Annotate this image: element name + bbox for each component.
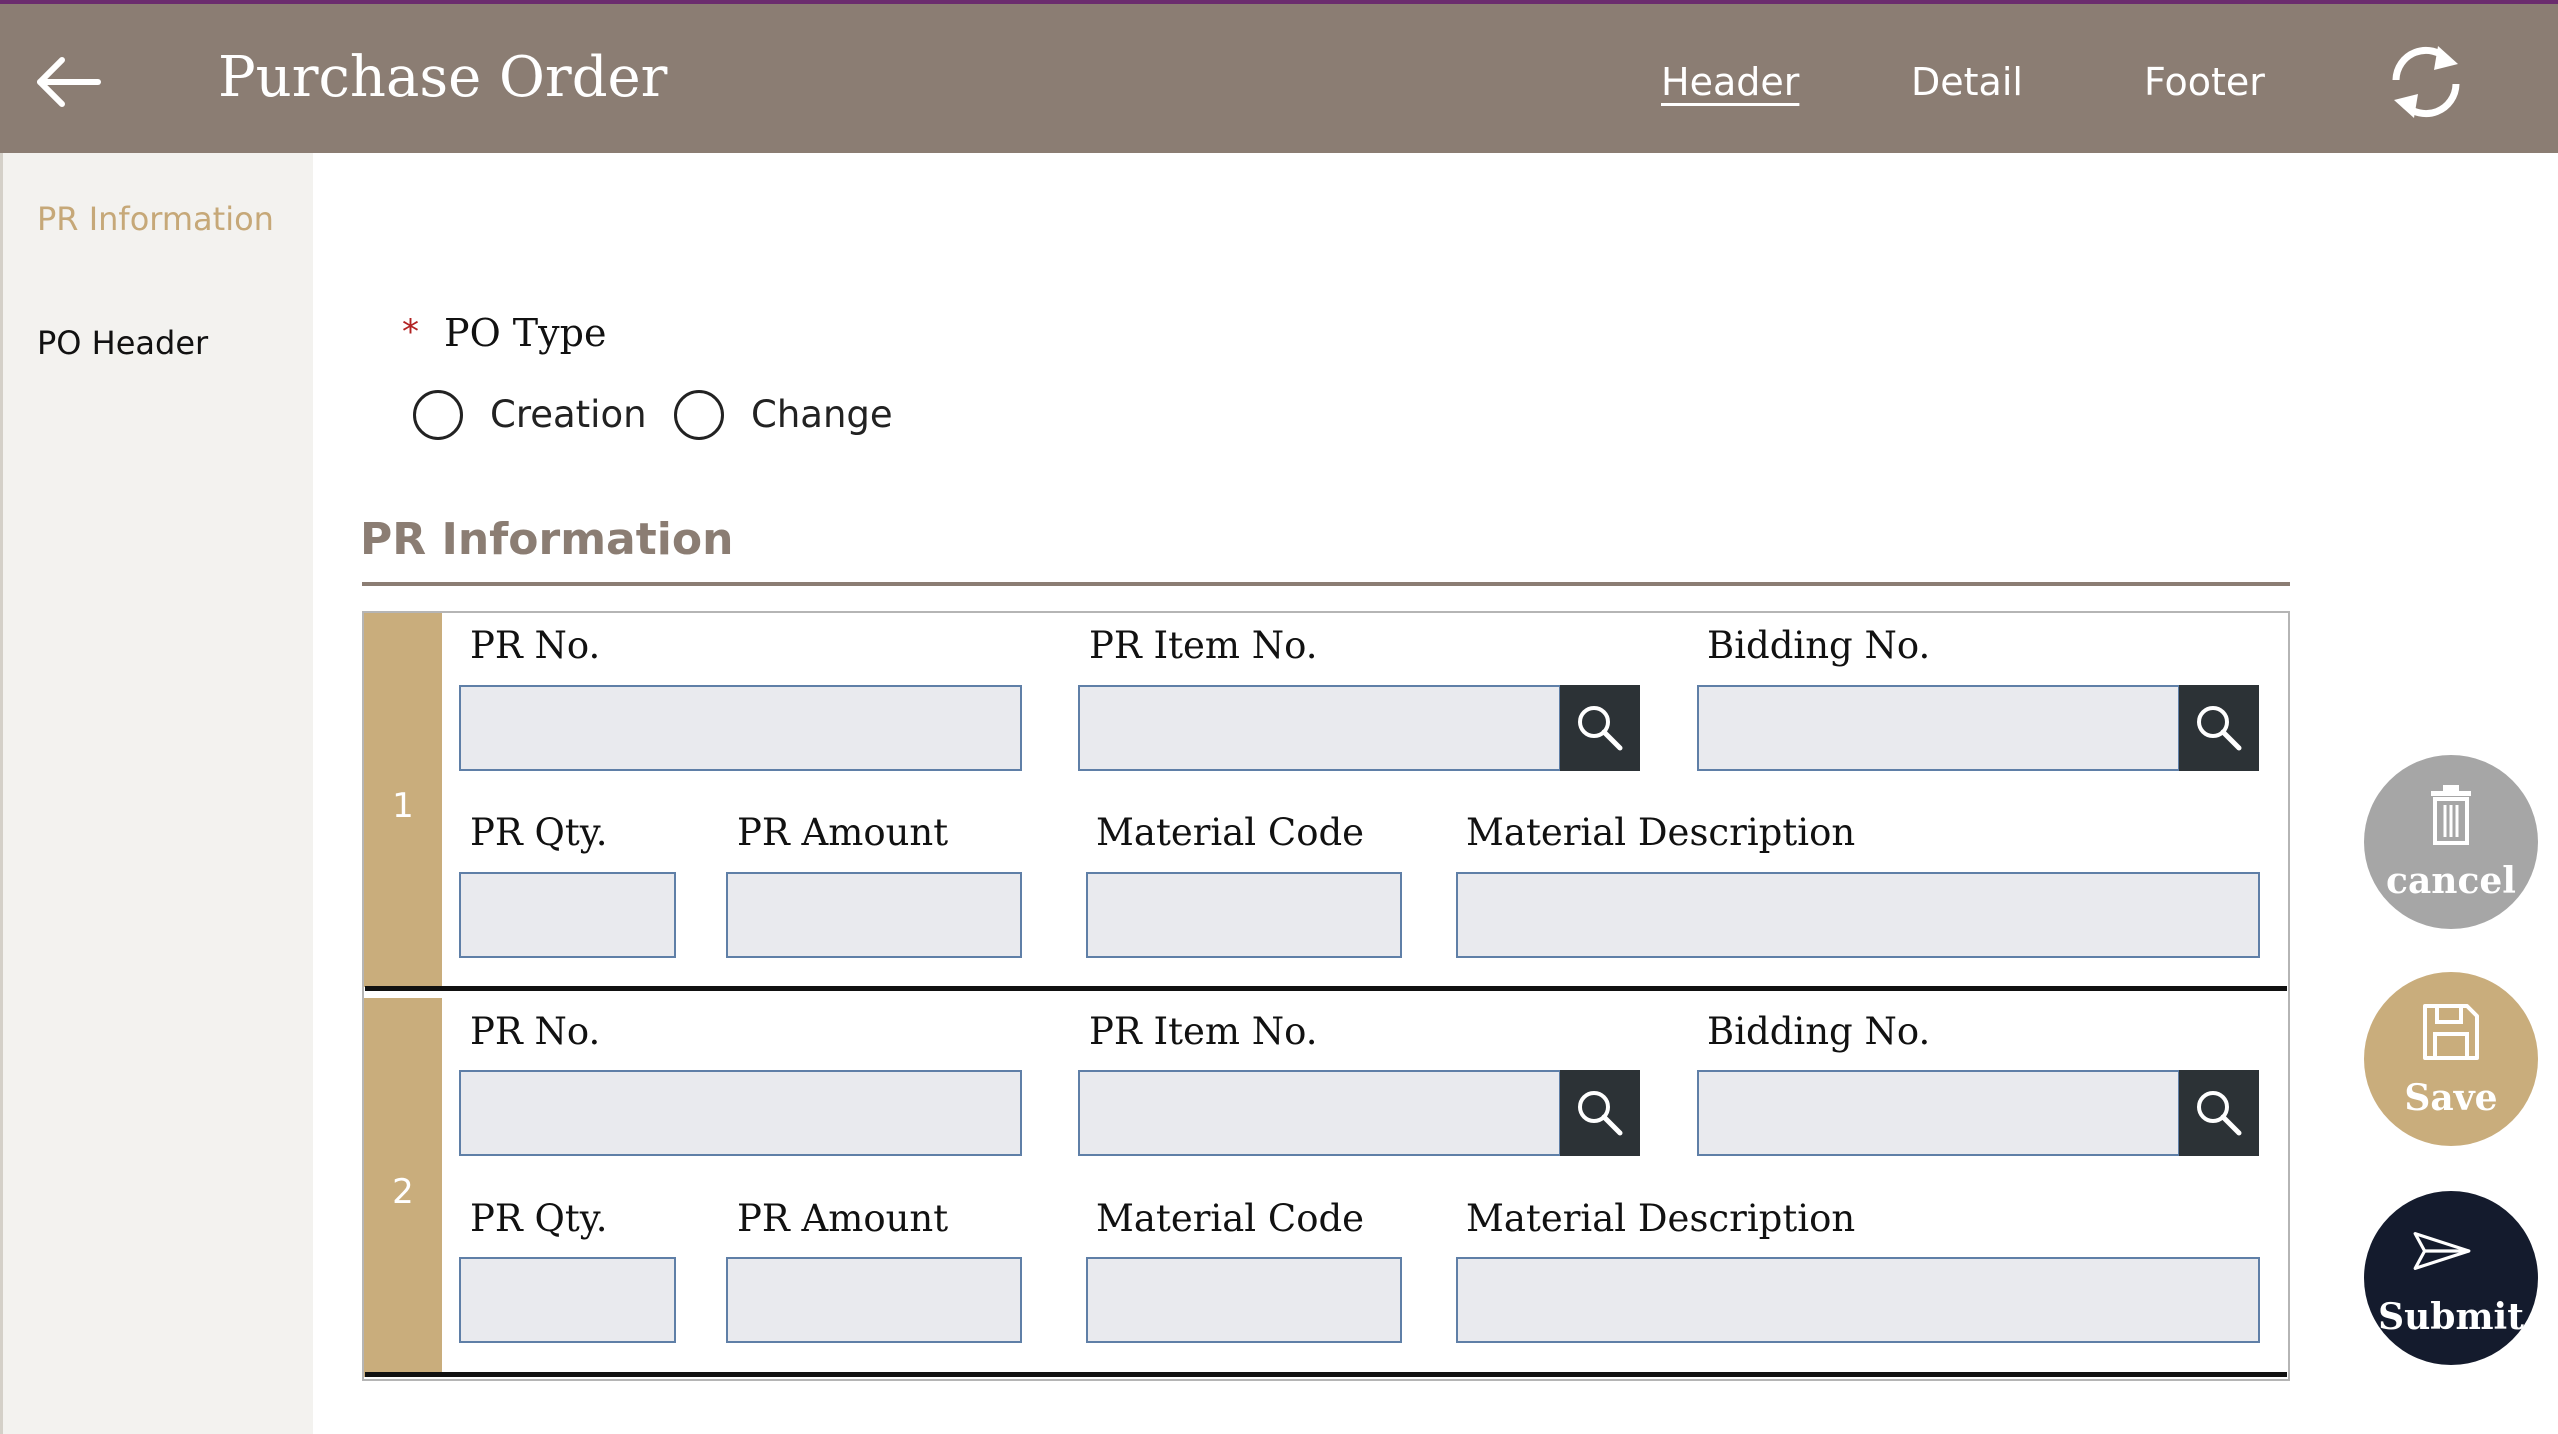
tab-footer[interactable]: Footer <box>2144 58 2265 106</box>
tab-detail[interactable]: Detail <box>1911 58 2023 106</box>
section-title-pr-information: PR Information <box>360 514 734 565</box>
material-description-field[interactable] <box>1456 1257 2260 1343</box>
bidding-no-field[interactable] <box>1697 685 2180 771</box>
material-code-field[interactable] <box>1086 872 1402 958</box>
back-button[interactable] <box>32 44 108 120</box>
bidding-no-label: Bidding No. <box>1707 1010 1931 1053</box>
bidding-no-field[interactable] <box>1697 1070 2180 1156</box>
pr-qty-field[interactable] <box>459 1257 676 1343</box>
sidebar: PR Information PO Header <box>0 153 313 1434</box>
section-divider <box>362 582 2290 586</box>
pr-no-field[interactable] <box>459 685 1022 771</box>
tab-header[interactable]: Header <box>1661 58 1799 106</box>
radio-creation[interactable] <box>413 390 463 440</box>
pr-item-no-field[interactable] <box>1078 685 1561 771</box>
trash-icon <box>2431 785 2471 845</box>
refresh-icon <box>2392 46 2460 118</box>
pr-item-no-field[interactable] <box>1078 1070 1561 1156</box>
cancel-label: cancel <box>2386 860 2516 902</box>
sidebar-item-po-header[interactable]: PO Header <box>37 323 208 363</box>
radio-change-label[interactable]: Change <box>751 390 893 440</box>
pr-no-field[interactable] <box>459 1070 1022 1156</box>
material-description-label: Material Description <box>1466 811 1856 854</box>
pr-item-no-lookup-button[interactable] <box>1560 685 1640 771</box>
row-number: 1 <box>392 786 414 826</box>
required-marker: * <box>402 312 419 352</box>
bidding-no-label: Bidding No. <box>1707 624 1931 667</box>
pr-qty-label: PR Qty. <box>470 811 608 854</box>
material-description-field[interactable] <box>1456 872 2260 958</box>
material-code-label: Material Code <box>1096 811 1365 854</box>
pr-item-no-label: PR Item No. <box>1089 1010 1318 1053</box>
page-title: Purchase Order <box>218 45 668 110</box>
refresh-button[interactable] <box>2386 40 2466 124</box>
material-code-label: Material Code <box>1096 1197 1365 1240</box>
row-divider <box>365 986 2287 991</box>
sidebar-item-pr-information[interactable]: PR Information <box>37 199 274 239</box>
row-divider <box>365 1372 2287 1377</box>
app-header: Purchase Order Header Detail Footer <box>0 4 2558 153</box>
search-icon <box>2197 1091 2242 1136</box>
radio-change[interactable] <box>674 390 724 440</box>
row-number: 2 <box>392 1172 414 1212</box>
arrow-left-icon <box>37 57 101 107</box>
bidding-no-lookup-button[interactable] <box>2179 1070 2259 1156</box>
material-description-label: Material Description <box>1466 1197 1856 1240</box>
pr-no-label: PR No. <box>470 1010 601 1053</box>
cancel-button[interactable]: cancel <box>2364 755 2538 929</box>
floppy-disk-icon <box>2423 1004 2479 1060</box>
search-icon <box>1578 1091 1623 1136</box>
pr-no-label: PR No. <box>470 624 601 667</box>
submit-label: Submit <box>2378 1296 2524 1338</box>
pr-amount-field[interactable] <box>726 872 1022 958</box>
paper-plane-icon <box>2413 1232 2471 1270</box>
material-code-field[interactable] <box>1086 1257 1402 1343</box>
search-icon <box>1578 706 1623 751</box>
pr-qty-field[interactable] <box>459 872 676 958</box>
radio-creation-label[interactable]: Creation <box>490 390 647 440</box>
search-icon <box>2197 706 2242 751</box>
pr-item-no-label: PR Item No. <box>1089 624 1318 667</box>
submit-button[interactable]: Submit <box>2364 1191 2538 1365</box>
pr-qty-label: PR Qty. <box>470 1197 608 1240</box>
bidding-no-lookup-button[interactable] <box>2179 685 2259 771</box>
pr-amount-label: PR Amount <box>737 811 949 854</box>
pr-item-no-lookup-button[interactable] <box>1560 1070 1640 1156</box>
pr-amount-field[interactable] <box>726 1257 1022 1343</box>
save-label: Save <box>2404 1077 2498 1119</box>
po-type-label: PO Type <box>444 311 607 355</box>
pr-amount-label: PR Amount <box>737 1197 949 1240</box>
save-button[interactable]: Save <box>2364 972 2538 1146</box>
